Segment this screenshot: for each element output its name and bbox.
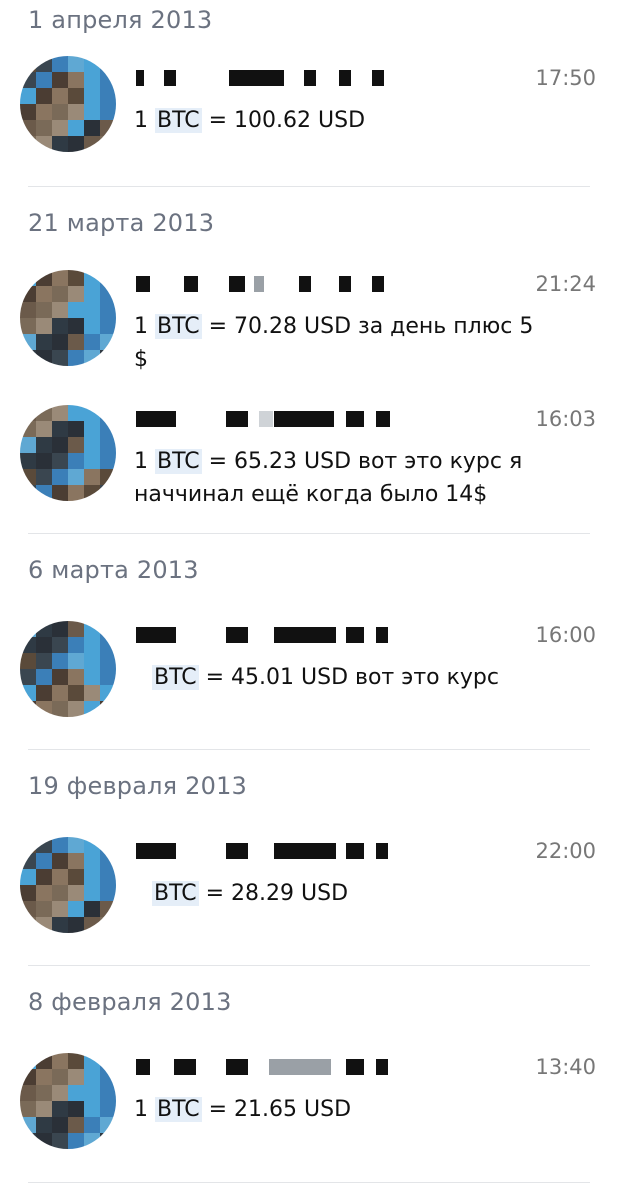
avatar[interactable] (20, 270, 116, 366)
message-text: BTC = 45.01 USD вот это курс (152, 665, 499, 690)
message-text: 1 BTC = 100.62 USD (134, 108, 366, 133)
date-header: 1 апреля 2013 (28, 6, 213, 34)
message-time: 17:50 (535, 66, 596, 90)
sender-name-redacted (134, 62, 394, 88)
sender-name-redacted (134, 268, 394, 294)
avatar[interactable] (20, 1053, 116, 1149)
sender-name-redacted (134, 835, 394, 861)
btc-highlight: BTC (155, 449, 202, 474)
btc-highlight: BTC (155, 1097, 202, 1122)
avatar[interactable] (20, 837, 116, 933)
message-text: 1 BTC = 70.28 USD за день плюс 5 $ (134, 314, 534, 372)
btc-highlight: BTC (155, 108, 202, 133)
btc-highlight: BTC (152, 665, 199, 690)
sender-name-redacted (134, 403, 394, 429)
message-time: 22:00 (535, 839, 596, 863)
message-text: 1 BTC = 21.65 USD (134, 1097, 352, 1122)
divider (28, 533, 590, 534)
divider (28, 1182, 590, 1183)
message-time: 13:40 (535, 1055, 596, 1079)
avatar[interactable] (20, 621, 116, 717)
avatar[interactable] (20, 56, 116, 152)
message-time: 21:24 (535, 272, 596, 296)
date-header: 21 марта 2013 (28, 209, 215, 237)
divider (28, 965, 590, 966)
date-header: 19 февраля 2013 (28, 772, 248, 800)
btc-highlight: BTC (155, 314, 202, 339)
message-time: 16:03 (535, 407, 596, 431)
date-header: 8 февраля 2013 (28, 988, 232, 1016)
message-time: 16:00 (535, 623, 596, 647)
btc-highlight: BTC (152, 881, 199, 906)
avatar[interactable] (20, 405, 116, 501)
message-text: 1 BTC = 65.23 USD вот это курс я наччинал… (134, 449, 523, 507)
date-header: 6 марта 2013 (28, 556, 199, 584)
divider (28, 186, 590, 187)
divider (28, 749, 590, 750)
message-text: BTC = 28.29 USD (152, 881, 349, 906)
sender-name-redacted (134, 619, 394, 645)
sender-name-redacted (134, 1051, 394, 1077)
